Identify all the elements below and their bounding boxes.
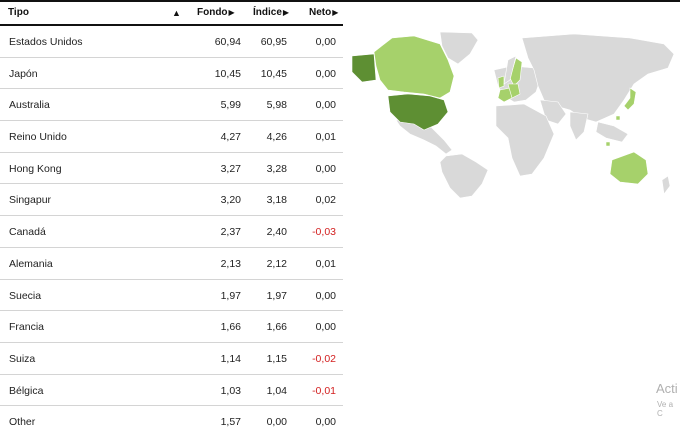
fondo-value: 3,20 (220, 194, 241, 207)
neto-value: -0,02 (312, 352, 336, 365)
indice-value: 3,18 (266, 194, 287, 207)
fondo-value: 1,14 (220, 352, 241, 365)
indice-value: 2,40 (266, 226, 287, 239)
map-singapore (605, 141, 611, 147)
indice-value: 1,97 (266, 289, 287, 302)
fondo-value: 1,03 (220, 384, 241, 397)
indice-value: 5,98 (266, 99, 287, 112)
table-header: Tipo ▲ Fondo▶ Índice▶ Neto▶ (0, 2, 343, 26)
table-row: Francia 1,66 1,66 0,00 (0, 311, 343, 343)
indice-value: 2,12 (266, 257, 287, 270)
header-indice[interactable]: Índice▶ (253, 7, 289, 18)
table-row: Suiza 1,14 1,15 -0,02 (0, 343, 343, 375)
watermark-title: Acti (656, 381, 678, 396)
column-arrow-icon: ▶ (228, 8, 235, 17)
indice-value: 4,26 (266, 131, 287, 144)
map-southeast-asia (595, 121, 629, 143)
country-name: Australia (9, 99, 50, 112)
neto-value: 0,00 (315, 289, 336, 302)
neto-value: 0,01 (315, 131, 336, 144)
map-india (569, 111, 589, 141)
watermark-subtitle: Ve a C (657, 400, 674, 418)
map-australia (609, 151, 649, 185)
country-name: Suiza (9, 352, 36, 365)
fondo-value: 1,57 (220, 416, 241, 429)
neto-value: 0,00 (315, 416, 336, 429)
neto-value: 0,02 (315, 194, 336, 207)
indice-value: 60,95 (260, 36, 287, 48)
country-name: Bélgica (9, 384, 44, 397)
column-arrow-icon: ▶ (282, 8, 290, 17)
neto-value: 0,00 (315, 99, 336, 112)
fondo-value: 2,13 (220, 257, 241, 270)
table-row: Reino Unido 4,27 4,26 0,01 (0, 121, 343, 153)
indice-value: 1,66 (266, 321, 287, 334)
neto-value: -0,01 (312, 384, 336, 397)
table-row: Bélgica 1,03 1,04 -0,01 (0, 375, 343, 407)
sort-ascending-icon[interactable]: ▲ (172, 8, 181, 18)
fondo-value: 5,99 (220, 99, 241, 112)
header-tipo[interactable]: Tipo (8, 7, 29, 18)
fondo-value: 10,45 (214, 67, 241, 80)
neto-value: 0,00 (315, 67, 336, 80)
neto-value: -0,03 (312, 226, 336, 239)
table-row: Canadá 2,37 2,40 -0,03 (0, 216, 343, 248)
table-row: Hong Kong 3,27 3,28 0,00 (0, 153, 343, 185)
country-name: Reino Unido (9, 131, 67, 144)
header-neto[interactable]: Neto▶ (309, 7, 338, 18)
table-row: Japón 10,45 10,45 0,00 (0, 58, 343, 90)
fondo-value: 1,97 (220, 289, 241, 302)
map-new-zealand (661, 175, 671, 195)
table-row: Other 1,57 0,00 0,00 (0, 406, 343, 437)
country-name: Francia (9, 321, 45, 334)
table-body: Estados Unidos 60,94 60,95 0,00 Japón 10,45 10… (0, 26, 343, 437)
header-fondo[interactable]: Fondo▶ (197, 7, 235, 18)
country-name: Suecia (9, 289, 42, 302)
map-hong-kong (615, 115, 621, 121)
country-allocation-table: Tipo ▲ Fondo▶ Índice▶ Neto▶ Estados Unid… (0, 2, 343, 437)
country-name: Other (9, 416, 36, 429)
table-row: Suecia 1,97 1,97 0,00 (0, 280, 343, 312)
world-map (351, 31, 675, 199)
table-row: Singapur 3,20 3,18 0,02 (0, 184, 343, 217)
column-arrow-icon: ▶ (332, 8, 339, 17)
country-name: Alemania (9, 257, 53, 270)
map-south-america (439, 153, 489, 199)
fondo-value: 4,27 (220, 131, 241, 144)
map-uk (497, 75, 505, 89)
country-name: Canadá (9, 226, 46, 239)
table-row: Estados Unidos 60,94 60,95 0,00 (0, 26, 343, 58)
country-name: Singapur (9, 194, 52, 207)
header-neto-label: Neto (309, 7, 332, 18)
country-name: Estados Unidos (9, 36, 83, 48)
header-indice-label: Índice (253, 7, 282, 18)
neto-value: 0,00 (315, 321, 336, 334)
indice-value: 1,04 (266, 384, 287, 397)
indice-value: 3,28 (266, 162, 287, 175)
fondo-value: 60,94 (214, 36, 241, 48)
map-usa (387, 93, 449, 131)
fondo-value: 1,66 (220, 321, 241, 334)
table-row: Australia 5,99 5,98 0,00 (0, 89, 343, 122)
country-name: Hong Kong (9, 162, 62, 175)
neto-value: 0,00 (315, 162, 336, 175)
header-fondo-label: Fondo (197, 7, 228, 18)
fondo-value: 2,37 (220, 226, 241, 239)
table-row: Alemania 2,13 2,12 0,01 (0, 248, 343, 280)
country-name: Japón (9, 67, 38, 80)
map-alaska (351, 53, 377, 83)
fondo-value: 3,27 (220, 162, 241, 175)
indice-value: 1,15 (266, 352, 287, 365)
indice-value: 0,00 (266, 416, 287, 429)
indice-value: 10,45 (260, 67, 287, 80)
neto-value: 0,01 (315, 257, 336, 270)
neto-value: 0,00 (315, 36, 336, 48)
